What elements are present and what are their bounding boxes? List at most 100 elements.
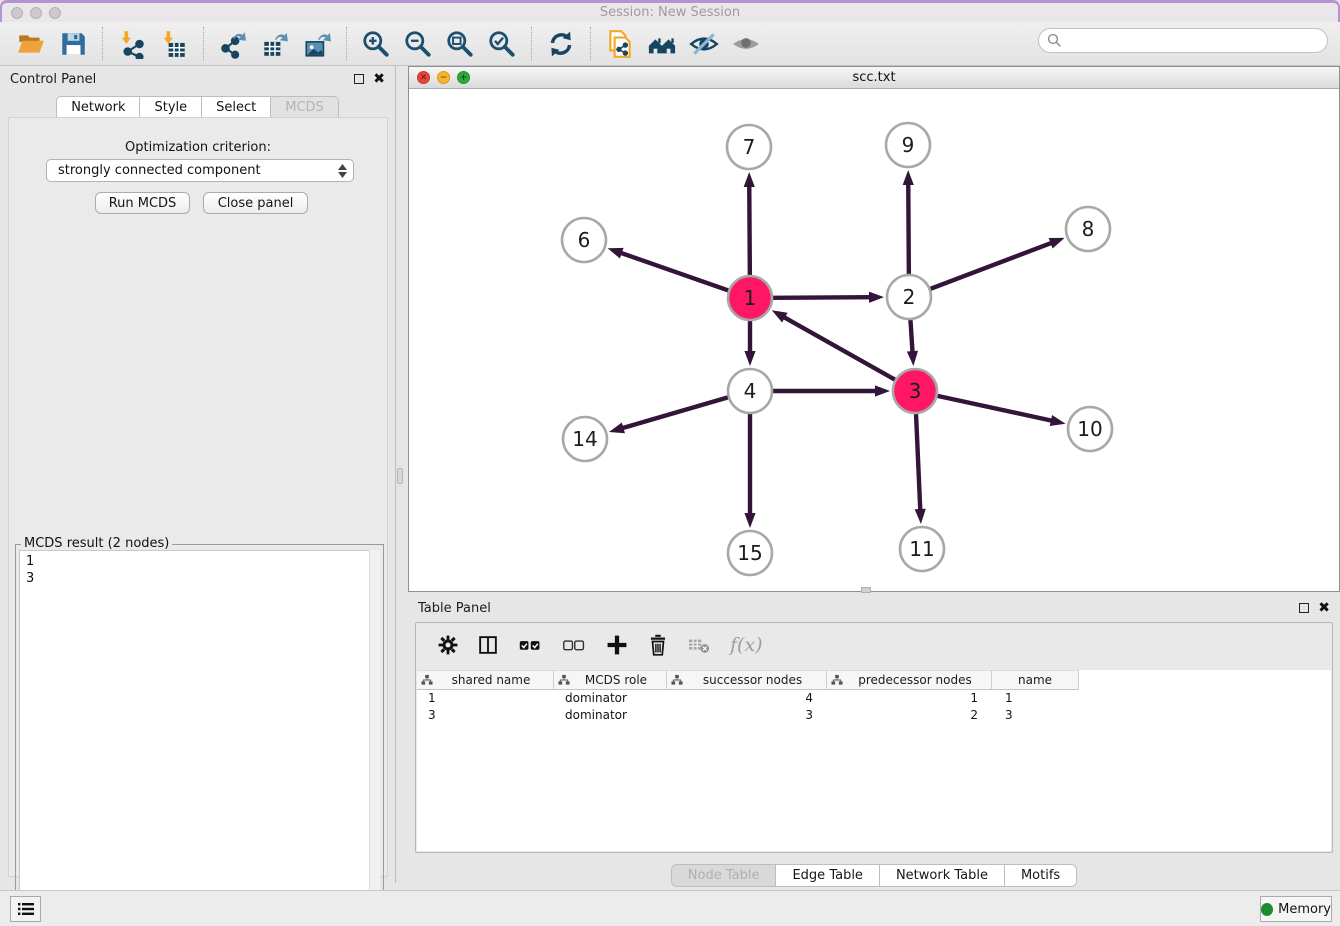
graph-edge[interactable] [749, 184, 750, 275]
search-field[interactable] [1038, 28, 1328, 53]
node-table[interactable]: shared name MCDS role successor nodes pr… [417, 670, 1331, 851]
search-icon [1047, 33, 1062, 48]
graph-edge-arrowhead[interactable] [608, 248, 624, 259]
graph-edge-arrowhead[interactable] [609, 422, 625, 433]
select-all-columns-icon[interactable] [517, 634, 543, 656]
zoom-out-icon[interactable] [403, 29, 433, 59]
graph-edge[interactable] [910, 320, 912, 354]
graph-node-label: 3 [909, 379, 922, 403]
table-row[interactable]: 3 dominator 3 2 3 [417, 707, 1331, 724]
table-panel: Table Panel ✖ [408, 595, 1340, 890]
graph-edge-arrowhead[interactable] [869, 292, 884, 303]
import-table-icon[interactable] [159, 29, 189, 59]
toolbar-separator [346, 27, 347, 61]
network-view-window: ✕ − + scc.txt 7968124314101511 [408, 66, 1340, 592]
refresh-layout-icon[interactable] [546, 29, 576, 59]
network-window-titlebar[interactable]: ✕ − + scc.txt [409, 67, 1339, 89]
list-icon [17, 901, 35, 917]
column-layout-icon[interactable] [477, 634, 499, 656]
close-panel-icon[interactable]: ✖ [373, 74, 385, 84]
column-header-predecessor-nodes[interactable]: predecessor nodes [827, 670, 992, 690]
table-panel-title: Table Panel [418, 601, 491, 616]
tab-mcds[interactable]: MCDS [271, 96, 339, 119]
graph-edge[interactable] [621, 397, 728, 428]
table-row[interactable]: 1 dominator 4 1 1 [417, 690, 1331, 707]
table-settings-icon[interactable] [437, 634, 459, 656]
tab-network[interactable]: Network [56, 96, 140, 119]
column-header-name[interactable]: name [992, 670, 1079, 690]
control-panel-title: Control Panel [10, 72, 96, 87]
export-image-icon[interactable] [302, 29, 332, 59]
show-all-icon[interactable] [731, 29, 761, 59]
network-canvas[interactable]: 7968124314101511 [409, 89, 1339, 591]
float-panel-icon[interactable] [354, 74, 364, 84]
main-toolbar [0, 22, 1340, 66]
graph-edge-arrowhead[interactable] [915, 509, 926, 524]
graph-edge-arrowhead[interactable] [744, 172, 755, 187]
graph-edge[interactable] [908, 182, 909, 274]
select-stepper-icon [338, 164, 347, 178]
search-input[interactable] [1067, 33, 1327, 48]
column-header-successor-nodes[interactable]: successor nodes [667, 670, 827, 690]
column-header-mcds-role[interactable]: MCDS role [554, 670, 667, 690]
criterion-value: strongly connected component [58, 163, 261, 178]
task-history-button[interactable] [10, 896, 41, 922]
graph-node-label: 10 [1077, 417, 1102, 441]
tab-style[interactable]: Style [140, 96, 202, 119]
optimization-criterion-label: Optimization criterion: [9, 140, 387, 155]
add-column-icon[interactable] [605, 633, 629, 657]
column-header-shared-name[interactable]: shared name [417, 670, 554, 690]
import-network-icon[interactable] [117, 29, 147, 59]
network-graph[interactable]: 7968124314101511 [409, 89, 1339, 591]
copy-network-icon[interactable] [605, 29, 635, 59]
tab-edge-table[interactable]: Edge Table [776, 864, 879, 887]
mcds-result-group: MCDS result (2 nodes) 1 3 [15, 544, 384, 926]
graph-edge-arrowhead[interactable] [907, 351, 918, 366]
graph-edge-arrowhead[interactable] [1049, 238, 1065, 249]
close-panel-button[interactable]: Close panel [203, 192, 308, 214]
graph-node-label: 6 [578, 228, 591, 252]
mcds-result-text[interactable]: 1 3 [19, 550, 380, 922]
save-session-icon[interactable] [58, 29, 88, 59]
tab-select[interactable]: Select [202, 96, 271, 119]
hide-selected-icon[interactable] [689, 29, 719, 59]
graph-edge-arrowhead[interactable] [744, 513, 755, 528]
graph-edge[interactable] [773, 297, 872, 298]
delete-column-icon[interactable] [647, 633, 669, 657]
window-titlebar: Session: New Session [0, 0, 1340, 22]
export-network-icon[interactable] [218, 29, 248, 59]
graph-edge-arrowhead[interactable] [772, 310, 788, 322]
graph-edge[interactable] [782, 316, 895, 380]
tab-motifs[interactable]: Motifs [1005, 864, 1077, 887]
export-table-icon[interactable] [260, 29, 290, 59]
graph-edge[interactable] [619, 252, 728, 290]
graph-edge-arrowhead[interactable] [903, 170, 914, 185]
graph-edge-arrowhead[interactable] [744, 351, 755, 366]
zoom-fit-icon[interactable] [445, 29, 475, 59]
home-icon[interactable] [647, 29, 677, 59]
criterion-select[interactable]: strongly connected component [46, 159, 354, 182]
run-mcds-button[interactable]: Run MCDS [95, 192, 190, 214]
zoom-selected-icon[interactable] [487, 29, 517, 59]
graph-edge-arrowhead[interactable] [875, 385, 890, 396]
graph-edge-arrowhead[interactable] [1050, 415, 1066, 426]
window-resize-handle[interactable] [861, 587, 871, 593]
panel-splitter-handle[interactable] [397, 468, 403, 484]
close-table-panel-icon[interactable]: ✖ [1318, 603, 1330, 613]
result-scrollbar[interactable] [369, 550, 380, 922]
node-table-container: f(x) shared name MCDS role successor nod… [415, 622, 1333, 853]
tab-network-table[interactable]: Network Table [880, 864, 1005, 887]
graph-edge[interactable] [937, 396, 1053, 421]
toolbar-separator [590, 27, 591, 61]
memory-button[interactable]: Memory [1260, 896, 1332, 922]
tab-node-table[interactable]: Node Table [671, 864, 777, 887]
graph-edge[interactable] [931, 242, 1054, 289]
memory-status-icon [1261, 903, 1273, 916]
graph-edge[interactable] [916, 414, 920, 512]
zoom-in-icon[interactable] [361, 29, 391, 59]
graph-node-label: 1 [744, 286, 757, 310]
open-session-icon[interactable] [16, 29, 46, 59]
control-panel: Control Panel ✖ Network Style Select MCD… [0, 66, 396, 883]
float-table-panel-icon[interactable] [1299, 603, 1309, 613]
deselect-all-columns-icon[interactable] [561, 634, 587, 656]
